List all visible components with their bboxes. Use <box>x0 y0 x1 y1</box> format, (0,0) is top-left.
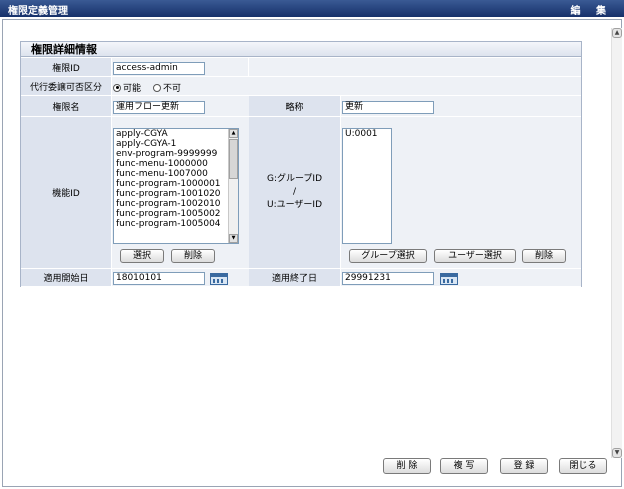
auth-name-input[interactable]: 運用フロー更新 <box>113 101 205 114</box>
short-name-input[interactable]: 更新 <box>342 101 434 114</box>
function-id-listbox[interactable]: apply-CGYA apply-CGYA-1 env-program-9999… <box>113 128 239 244</box>
list-item[interactable]: func-menu-1007000 <box>114 169 238 179</box>
radio-label: 不可 <box>163 84 182 94</box>
list-item[interactable]: func-menu-1000000 <box>114 159 238 169</box>
delegation-radio-impossible[interactable]: 不可 <box>153 81 181 94</box>
function-id-list: apply-CGYA apply-CGYA-1 env-program-9999… <box>114 129 238 229</box>
close-button[interactable]: 閉じる <box>559 458 607 474</box>
delete-function-button[interactable]: 削除 <box>171 249 215 263</box>
listbox-scrollbar[interactable]: ▲ ▼ <box>228 129 238 243</box>
short-name-label: 略称 <box>249 96 341 117</box>
delegation-radio-possible[interactable]: 可能 <box>113 81 141 94</box>
group-user-label-line: U:ユーザーID <box>266 200 323 210</box>
calendar-icon[interactable] <box>440 273 458 285</box>
list-item[interactable]: func-program-1005002 <box>114 209 238 219</box>
list-item[interactable]: func-program-1002010 <box>114 199 238 209</box>
list-item[interactable]: apply-CGYA <box>114 129 238 139</box>
user-select-button[interactable]: ユーザー選択 <box>434 249 516 263</box>
scroll-up-icon[interactable]: ▲ <box>229 129 238 138</box>
scroll-thumb[interactable] <box>229 139 238 179</box>
delegation-cell <box>112 77 581 96</box>
list-item[interactable]: U:0001 <box>343 129 391 139</box>
page-scrollbar[interactable]: ▲ ▼ <box>611 28 622 458</box>
radio-label: 可能 <box>123 84 142 94</box>
mode-label: 編 集 <box>570 6 612 17</box>
group-user-listbox[interactable]: U:0001 <box>342 128 392 244</box>
title-bar: 権限定義管理 編 集 <box>0 0 624 17</box>
auth-id-label: 権限ID <box>21 58 112 77</box>
auth-name-label: 権限名 <box>21 96 112 117</box>
delete-group-button[interactable]: 削除 <box>522 249 566 263</box>
list-item[interactable]: func-program-1005004 <box>114 219 238 229</box>
scroll-down-icon[interactable]: ▼ <box>229 234 238 243</box>
radio-selected-icon[interactable] <box>113 83 121 92</box>
copy-button[interactable]: 複 写 <box>440 458 488 474</box>
list-item[interactable]: func-program-1001020 <box>114 189 238 199</box>
group-select-button[interactable]: グループ選択 <box>349 249 427 263</box>
register-button[interactable]: 登 録 <box>500 458 548 474</box>
end-date-label: 適用終了日 <box>249 269 341 287</box>
end-date-input[interactable]: 29991231 <box>342 272 434 285</box>
auth-detail-panel: 権限詳細情報 権限ID access-admin 代行委譲可否区分 可能 不可 … <box>20 41 582 287</box>
empty-cell <box>249 58 581 77</box>
delegation-label: 代行委譲可否区分 <box>21 77 112 96</box>
delete-button[interactable]: 削 除 <box>383 458 431 474</box>
list-item[interactable]: func-program-1000001 <box>114 179 238 189</box>
start-date-label: 適用開始日 <box>21 269 112 287</box>
group-user-label-line: G:グループID <box>266 174 323 184</box>
auth-id-input[interactable]: access-admin <box>113 62 205 75</box>
radio-unselected-icon[interactable] <box>153 83 161 92</box>
scroll-down-icon[interactable]: ▼ <box>612 448 622 458</box>
start-date-input[interactable]: 18010101 <box>113 272 205 285</box>
select-button[interactable]: 選択 <box>120 249 164 263</box>
list-item[interactable]: apply-CGYA-1 <box>114 139 238 149</box>
calendar-icon[interactable] <box>210 273 228 285</box>
scroll-up-icon[interactable]: ▲ <box>612 28 622 38</box>
list-item[interactable]: env-program-9999999 <box>114 149 238 159</box>
group-user-label: G:グループID / U:ユーザーID <box>249 117 341 269</box>
window-title: 権限定義管理 <box>8 6 68 17</box>
function-id-label: 機能ID <box>21 117 112 269</box>
panel-title: 権限詳細情報 <box>21 42 581 57</box>
group-user-label-line: / <box>292 187 297 197</box>
